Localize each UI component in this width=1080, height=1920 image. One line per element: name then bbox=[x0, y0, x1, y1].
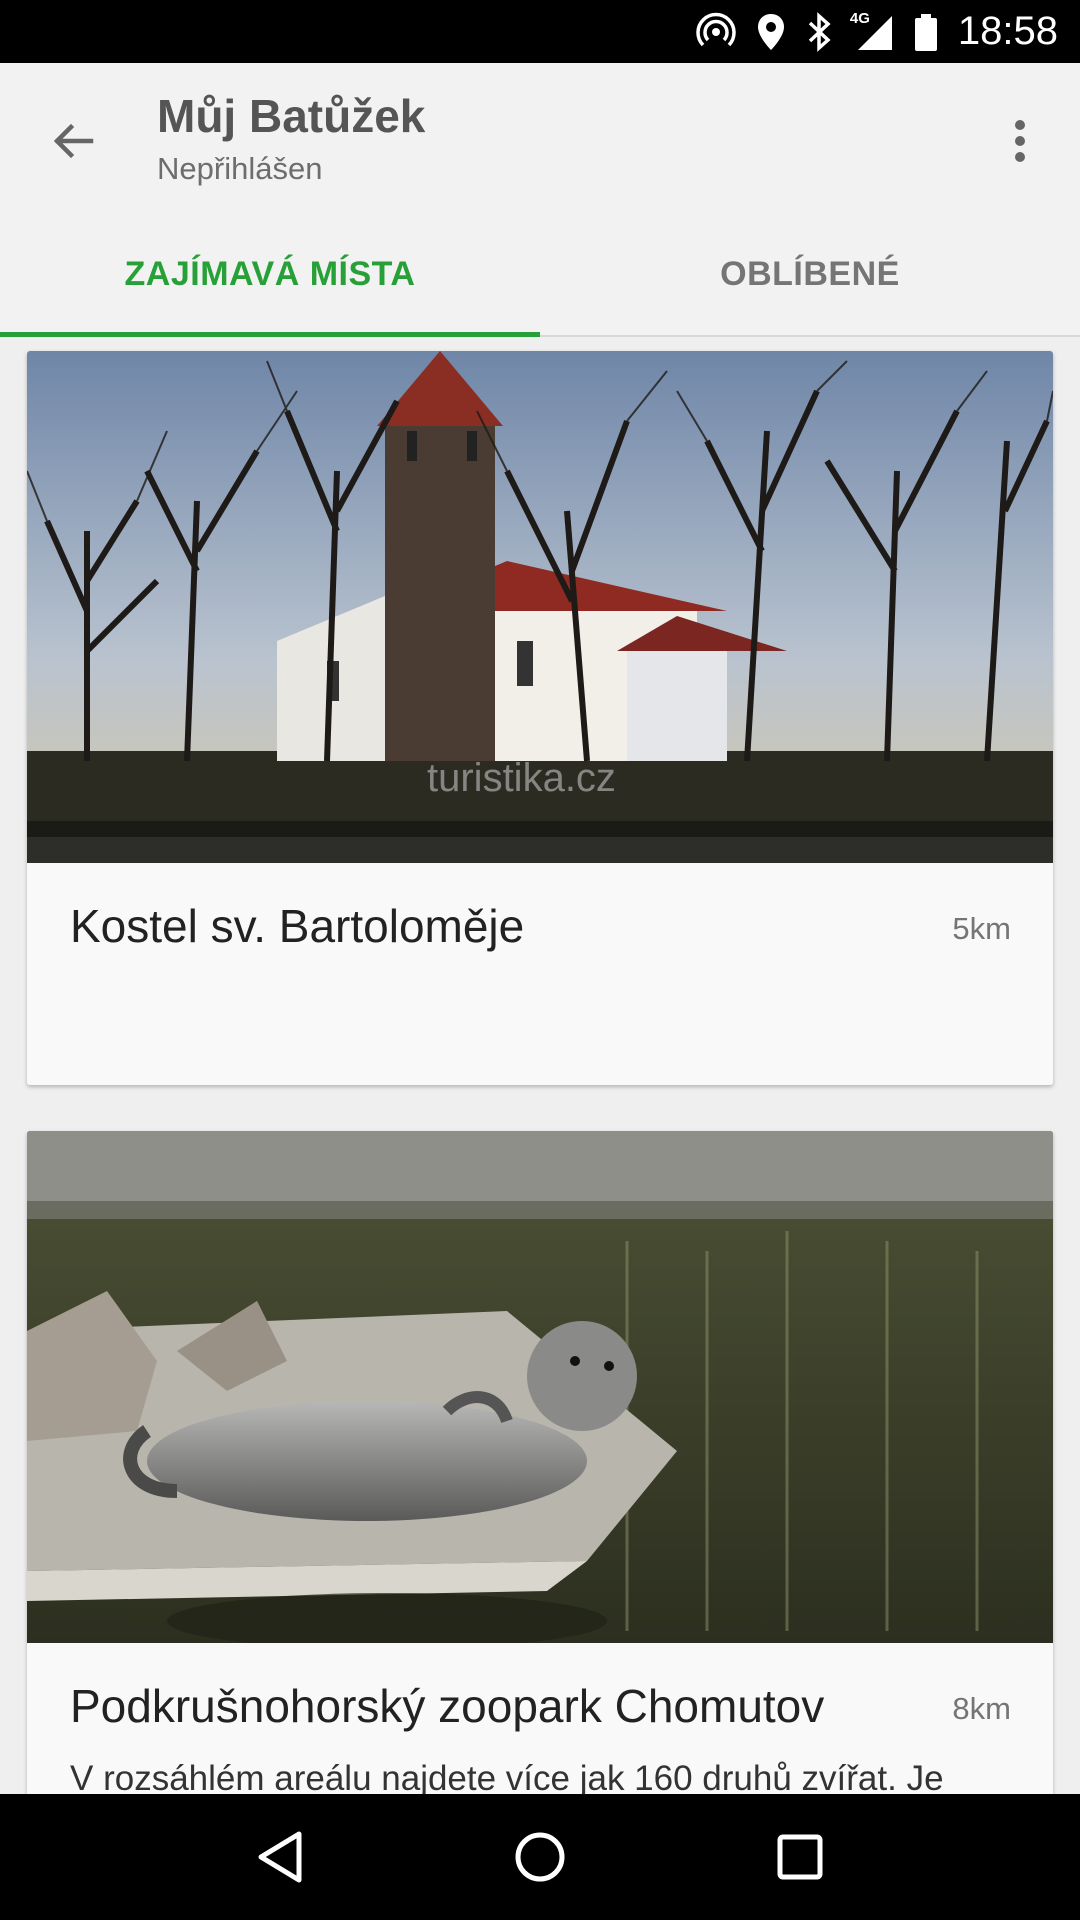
nav-recents-button[interactable] bbox=[750, 1807, 850, 1907]
place-card[interactable]: turistika.cz Kostel sv. Bartoloměje 5km bbox=[27, 351, 1053, 1085]
page-title: Můj Batůžek bbox=[157, 90, 426, 142]
recents-square-icon bbox=[777, 1834, 823, 1880]
location-icon bbox=[756, 12, 786, 52]
system-nav-bar bbox=[0, 1794, 1080, 1920]
place-distance: 8km bbox=[952, 1691, 1011, 1726]
places-list[interactable]: turistika.cz Kostel sv. Bartoloměje 5km bbox=[0, 339, 1080, 1794]
place-title: Podkrušnohorský zoopark Chomutov bbox=[70, 1680, 825, 1732]
hotspot-icon bbox=[696, 12, 736, 52]
more-vert-icon bbox=[1015, 120, 1025, 162]
place-distance: 5km bbox=[952, 911, 1011, 946]
place-card[interactable]: Podkrušnohorský zoopark Chomutov 8km V r… bbox=[27, 1131, 1053, 1794]
signal-icon: 4G bbox=[850, 10, 894, 52]
bluetooth-icon bbox=[806, 11, 834, 52]
arrow-back-icon bbox=[53, 123, 94, 159]
app-bar: Můj Batůžek Nepřihlášen bbox=[0, 63, 1080, 213]
clock: 18:58 bbox=[957, 9, 1058, 53]
place-image: turistika.cz bbox=[27, 351, 1053, 863]
place-description: V rozsáhlém areálu najdete více jak 160 … bbox=[70, 1759, 944, 1794]
place-image bbox=[27, 1131, 1053, 1643]
nav-home-button[interactable] bbox=[490, 1807, 590, 1907]
overflow-menu-button[interactable] bbox=[990, 108, 1050, 174]
nav-back-button[interactable] bbox=[230, 1807, 330, 1907]
watermark-text: turistika.cz bbox=[427, 756, 616, 800]
tab-interesting-places[interactable]: ZAJÍMAVÁ MÍSTA bbox=[0, 213, 540, 337]
tab-favorites[interactable]: OBLÍBENÉ bbox=[540, 213, 1080, 335]
network-type-label: 4G bbox=[849, 9, 870, 27]
back-button[interactable] bbox=[40, 108, 106, 174]
tab-bar: ZAJÍMAVÁ MÍSTA OBLÍBENÉ bbox=[0, 213, 1080, 337]
place-title: Kostel sv. Bartoloměje bbox=[70, 900, 525, 952]
login-status: Nepřihlášen bbox=[157, 151, 323, 186]
status-bar: 4G 18:58 bbox=[0, 0, 1080, 63]
back-triangle-icon bbox=[258, 1831, 302, 1883]
battery-icon bbox=[914, 12, 938, 52]
home-circle-icon bbox=[515, 1832, 565, 1882]
